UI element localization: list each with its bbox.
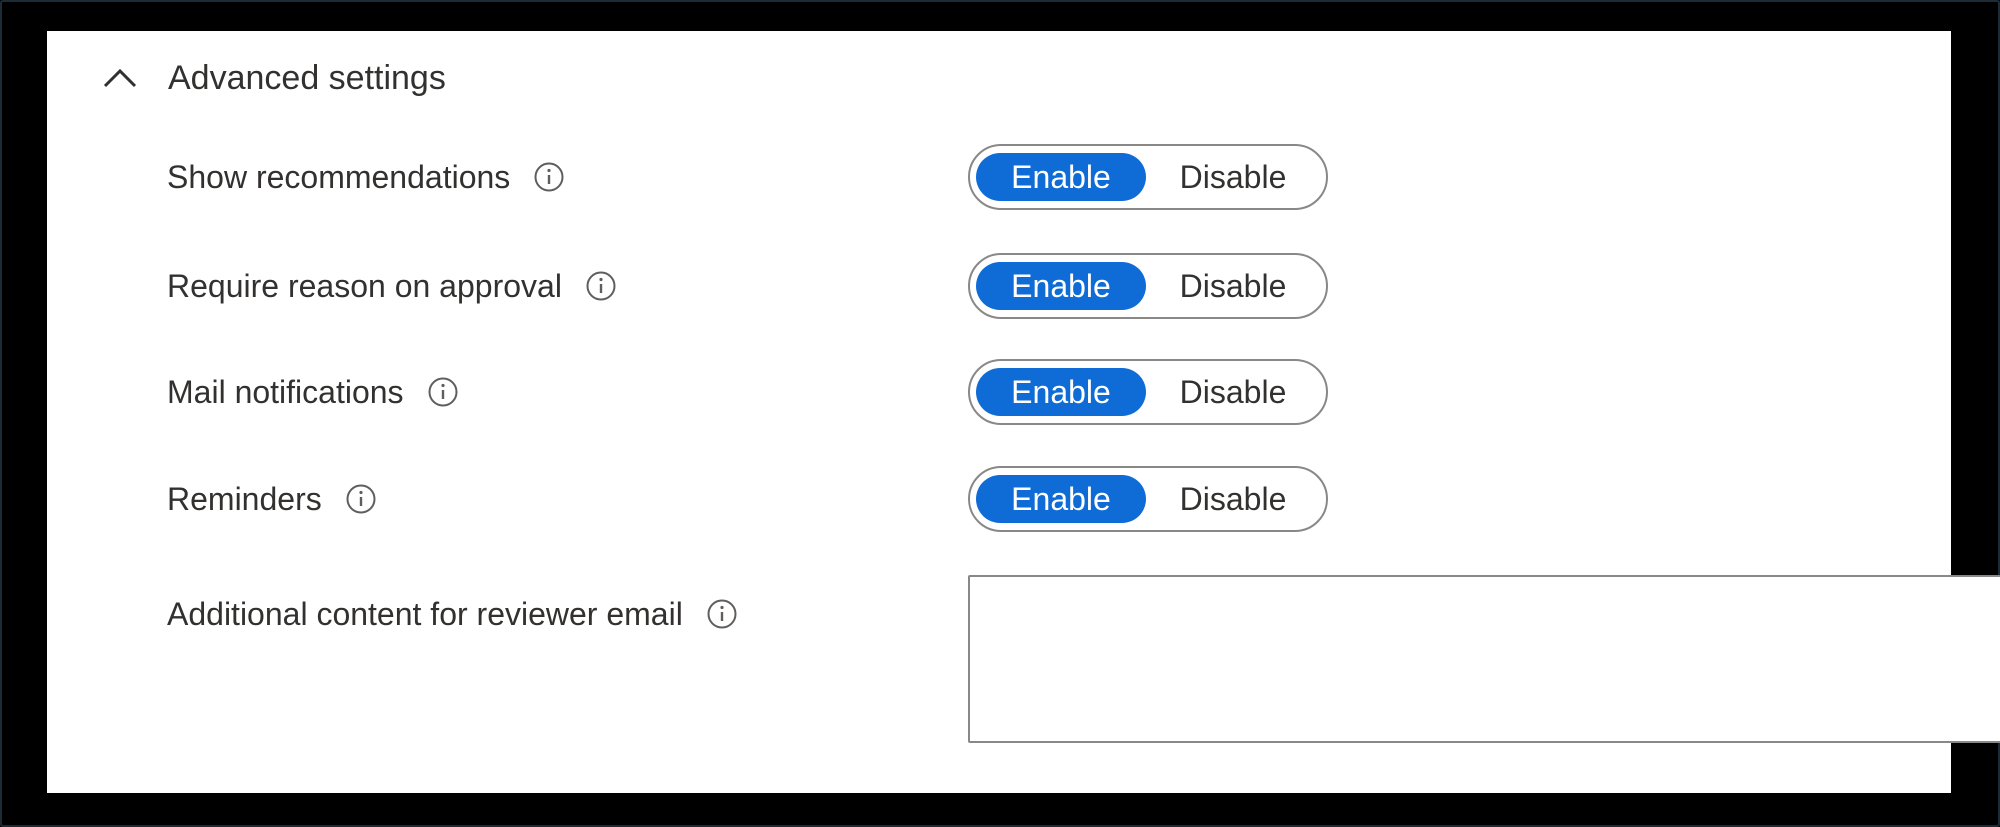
setting-row-reviewer-email: Additional content for reviewer email [167,575,2000,745]
setting-label: Show recommendations [167,158,511,195]
setting-row-require-reason: Require reason on approval Enable Disabl… [167,253,1947,319]
enable-option[interactable]: Enable [976,153,1146,201]
setting-label: Mail notifications [167,373,404,410]
chevron-up-icon [100,58,140,98]
setting-label: Reminders [167,480,322,517]
reviewer-email-textarea[interactable] [968,575,2000,743]
info-icon[interactable] [532,160,566,194]
setting-row-show-recommendations: Show recommendations Enable Disable [167,144,1947,210]
info-icon[interactable] [705,597,739,631]
advanced-settings-panel: Advanced settings Show recommendations E… [47,31,2000,793]
setting-row-mail-notifications: Mail notifications Enable Disable [167,359,1947,425]
info-icon[interactable] [344,482,378,516]
reviewer-email-label: Additional content for reviewer email [167,595,683,632]
enable-option[interactable]: Enable [976,368,1146,416]
disable-option[interactable]: Disable [1146,262,1320,310]
enable-disable-toggle: Enable Disable [968,253,1328,319]
enable-disable-toggle: Enable Disable [968,466,1328,532]
disable-option[interactable]: Disable [1146,475,1320,523]
disable-option[interactable]: Disable [1146,368,1320,416]
info-icon[interactable] [584,269,618,303]
enable-option[interactable]: Enable [976,475,1146,523]
enable-disable-toggle: Enable Disable [968,359,1328,425]
section-title: Advanced settings [168,58,446,97]
info-icon[interactable] [426,375,460,409]
disable-option[interactable]: Disable [1146,153,1320,201]
enable-disable-toggle: Enable Disable [968,144,1328,210]
enable-option[interactable]: Enable [976,262,1146,310]
advanced-settings-toggle[interactable]: Advanced settings [100,53,446,103]
setting-row-reminders: Reminders Enable Disable [167,466,1947,532]
setting-label: Require reason on approval [167,267,562,304]
